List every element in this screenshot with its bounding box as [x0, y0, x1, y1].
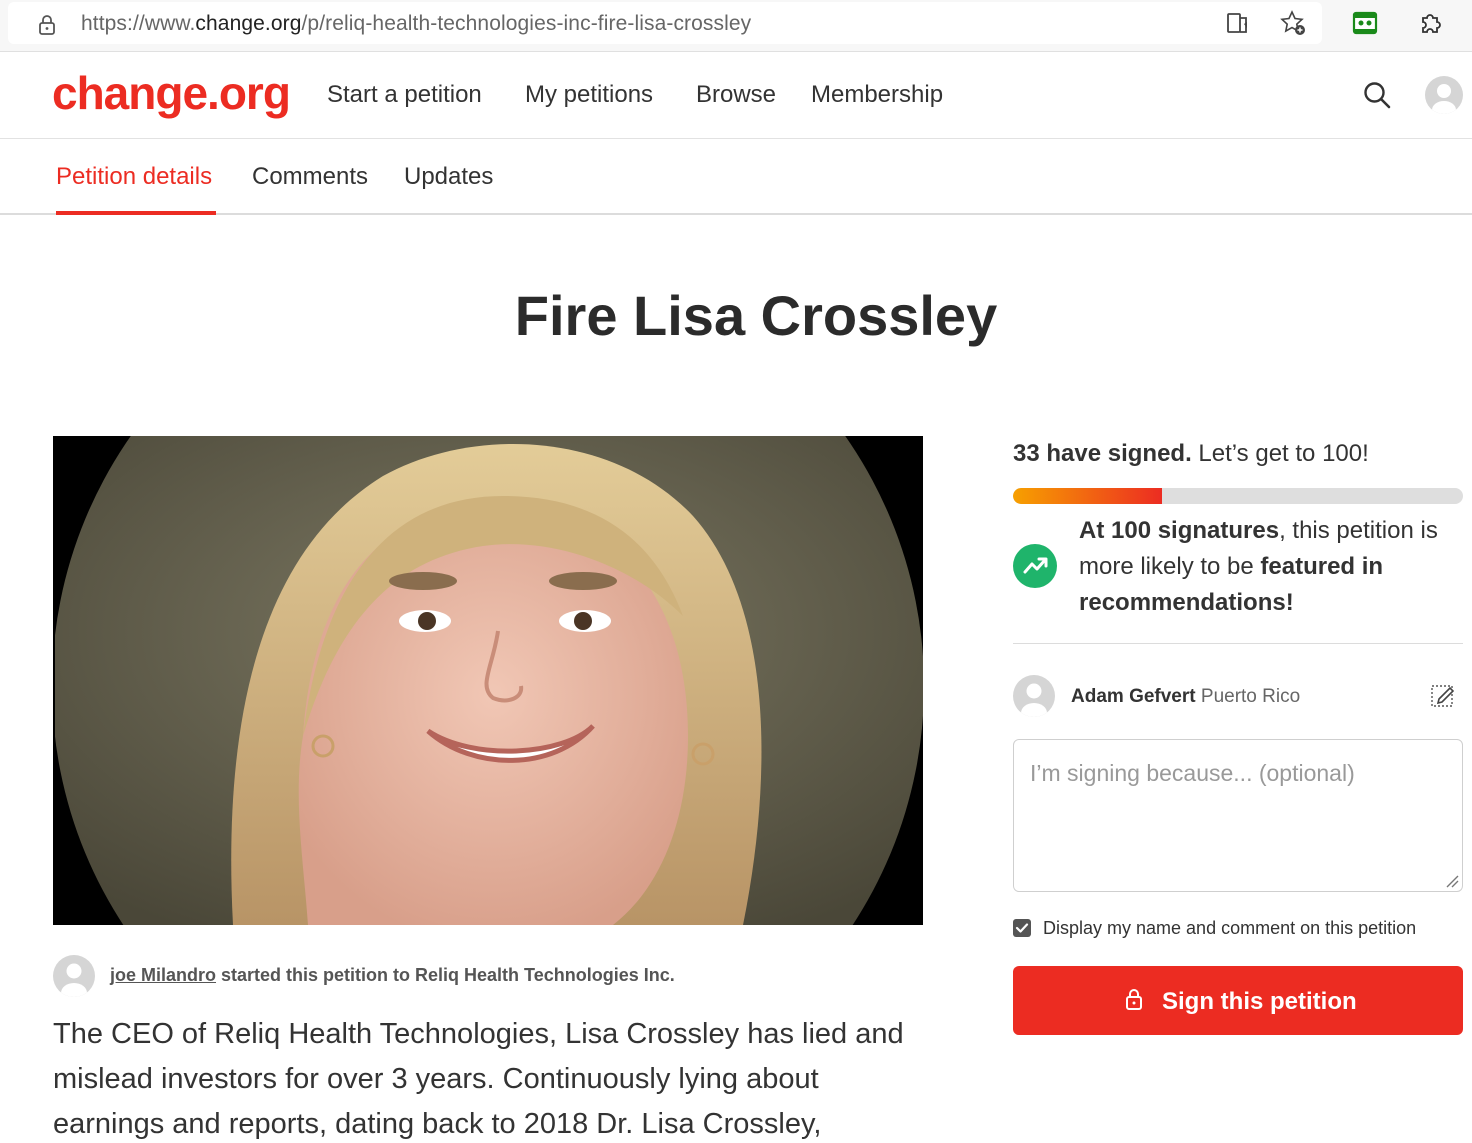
url-text[interactable]: https://www.change.org/p/reliq-health-te…	[81, 12, 751, 36]
signer-avatar	[1013, 675, 1055, 717]
extension-green-icon[interactable]	[1351, 9, 1379, 37]
nav-my-petitions[interactable]: My petitions	[525, 81, 653, 109]
avatar[interactable]	[1425, 76, 1463, 114]
tab-updates[interactable]: Updates	[404, 163, 493, 191]
browser-toolbar: https://www.change.org/p/reliq-health-te…	[0, 0, 1472, 52]
display-name-label[interactable]: Display my name and comment on this peti…	[1043, 918, 1416, 939]
resize-grip-icon[interactable]	[1445, 874, 1459, 888]
reader-view-icon[interactable]	[1226, 10, 1252, 36]
address-bar[interactable]: https://www.change.org/p/reliq-health-te…	[8, 2, 1322, 44]
extensions-puzzle-icon[interactable]	[1418, 10, 1444, 36]
edit-pencil-icon[interactable]	[1430, 682, 1456, 708]
trending-up-icon	[1013, 544, 1057, 588]
url-path: /p/reliq-health-technologies-inc-fire-li…	[301, 12, 752, 35]
signer-name: Adam Gefvert	[1071, 686, 1196, 707]
nav-browse[interactable]: Browse	[696, 81, 776, 109]
tab-comments[interactable]: Comments	[252, 163, 368, 191]
petition-starter: joe Milandro started this petition to Re…	[110, 965, 675, 986]
nav-membership[interactable]: Membership	[811, 81, 943, 109]
starter-avatar	[53, 955, 95, 997]
signature-progress-bar	[1013, 488, 1463, 504]
signature-count: 33 have signed. Let’s get to 100!	[1013, 440, 1369, 468]
signer-location: Puerto Rico	[1200, 686, 1301, 707]
site-header: change.org Start a petition My petitions…	[0, 52, 1472, 139]
portrait-illustration	[53, 436, 923, 925]
user-silhouette-icon	[61, 963, 87, 997]
signed-bold: 33 have signed.	[1013, 440, 1192, 467]
display-name-checkbox[interactable]	[1013, 919, 1031, 937]
sidebar-divider	[1013, 643, 1463, 644]
change-org-logo[interactable]: change.org	[52, 66, 291, 120]
starter-suffix: started this petition to Reliq Health Te…	[216, 965, 675, 985]
signed-rest: Let’s get to 100!	[1191, 440, 1369, 467]
starter-name-link[interactable]: joe Milandro	[110, 965, 216, 985]
nav-start-petition[interactable]: Start a petition	[327, 81, 482, 109]
favorite-star-icon[interactable]	[1280, 10, 1306, 36]
milestone-message: At 100 signatures, this petition is more…	[1079, 513, 1459, 621]
milestone-bold-1: At 100 signatures	[1079, 517, 1280, 544]
user-silhouette-icon	[1432, 84, 1456, 114]
signing-reason-textarea[interactable]	[1013, 739, 1463, 892]
page-title: Fire Lisa Crossley	[514, 284, 998, 347]
sign-button-label[interactable]: Sign this petition	[1162, 988, 1357, 1016]
signature-progress-fill	[1013, 488, 1162, 504]
signer-info: Adam Gefvert Puerto Rico	[1071, 686, 1300, 708]
user-silhouette-icon	[1021, 683, 1047, 717]
petition-body: The CEO of Reliq Health Technologies, Li…	[53, 1018, 904, 1140]
lock-icon	[1126, 989, 1142, 1010]
tab-petition-details[interactable]: Petition details	[56, 163, 212, 191]
url-prefix: https://www.	[81, 12, 196, 35]
petition-image	[53, 436, 923, 925]
search-icon[interactable]	[1362, 80, 1392, 110]
petition-tabs: Petition details Comments Updates	[0, 139, 1472, 215]
checkmark-icon	[1015, 923, 1029, 933]
url-host: change.org	[195, 12, 302, 35]
active-tab-indicator	[56, 211, 216, 215]
lock-icon	[39, 15, 55, 35]
